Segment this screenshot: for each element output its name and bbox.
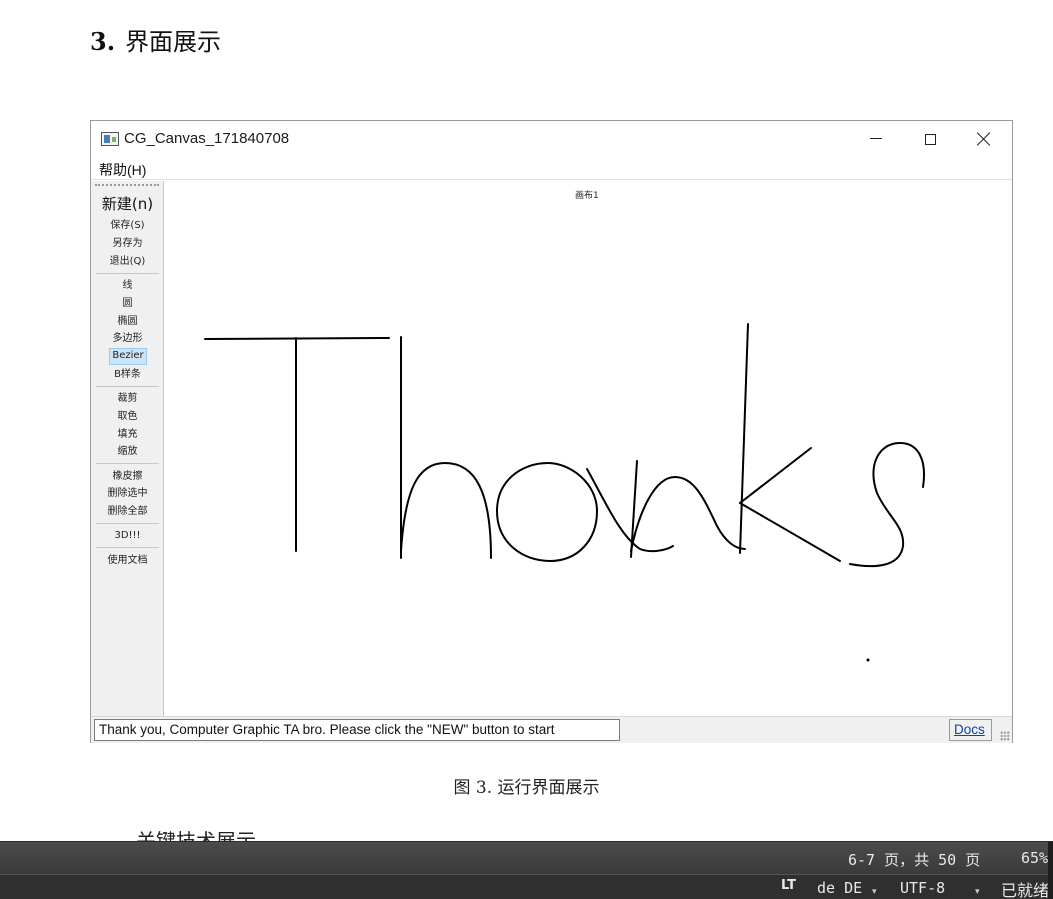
section-number: 3. (90, 27, 116, 56)
resize-grip-handle[interactable] (1000, 731, 1010, 741)
tool-panel: 新建(n) 保存(S) 另存为 退出(Q) 线 圆 椭圆 多边形 Bezier … (91, 181, 164, 716)
status-message: Thank you, Computer Graphic TA bro. Plea… (94, 719, 620, 741)
section-title: 界面展示 (125, 28, 222, 56)
chevron-down-icon: ▾ (975, 887, 980, 897)
app-window: CG_Canvas_171840708 帮助(H) 新建(n) 保存(S) 另存… (90, 120, 1013, 743)
tool-delete-all-button[interactable]: 删除全部 (91, 505, 164, 519)
toolbar-divider (96, 547, 159, 548)
stroke-k-stem (739, 323, 749, 554)
scrollbar-edge[interactable] (1048, 842, 1053, 899)
menu-bar: 帮助(H) (91, 157, 1012, 180)
minimize-button[interactable] (851, 121, 901, 157)
toolbar-divider (96, 273, 159, 274)
tool-polygon-button[interactable]: 多边形 (91, 332, 164, 346)
close-icon (977, 132, 991, 146)
app-icon (101, 132, 119, 146)
toolbar-divider (96, 386, 159, 387)
next-section-heading-partial: 关键技术展示 (136, 829, 256, 841)
toolbar-divider (96, 523, 159, 524)
ready-state: 已就绪 (1001, 881, 1050, 899)
tool-bezier-button[interactable]: Bezier (109, 348, 147, 365)
window-title: CG_Canvas_171840708 (124, 130, 290, 147)
stroke-n-arch (630, 476, 746, 552)
stroke-a-bowl (496, 462, 598, 562)
maximize-icon (924, 133, 936, 145)
stroke-s-curve (849, 442, 925, 568)
tool-exit-button[interactable]: 退出(Q) (91, 255, 164, 269)
minimize-icon (870, 137, 882, 139)
tool-eraser-button[interactable]: 橡皮擦 (91, 470, 164, 484)
docs-link[interactable]: Docs (949, 719, 992, 741)
zoom-level[interactable]: 65% (1021, 849, 1048, 867)
stray-dot (866, 658, 870, 662)
document-status-bar-top: 6-7 页，共 50 页 65% (0, 841, 1053, 874)
tool-line-button[interactable]: 线 (91, 279, 164, 293)
maximize-button[interactable] (905, 121, 955, 157)
menu-help[interactable]: 帮助(H) (99, 160, 146, 180)
section-heading: 3. 界面展示 (90, 22, 221, 57)
stroke-h-arch (400, 462, 492, 559)
title-bar[interactable]: CG_Canvas_171840708 (91, 121, 1012, 157)
close-button[interactable] (959, 121, 1009, 157)
page-info[interactable]: 6-7 页，共 50 页 (848, 849, 980, 870)
tool-manual-button[interactable]: 使用文档 (91, 554, 164, 568)
tool-bspline-button[interactable]: B样条 (91, 368, 164, 382)
tool-save-as-button[interactable]: 另存为 (91, 237, 164, 251)
document-status-bar-bottom: LT de DE ▾ UTF-8 ▾ 已就绪 (0, 874, 1053, 899)
thanks-drawing (204, 323, 925, 662)
language-selector[interactable]: de DE (817, 879, 862, 897)
tool-circle-button[interactable]: 圆 (91, 297, 164, 311)
stroke-k-leg (739, 502, 841, 562)
tool-3d-button[interactable]: 3D!!! (91, 529, 164, 543)
tool-pick-color-button[interactable]: 取色 (91, 410, 164, 424)
toolbar-divider (96, 463, 159, 464)
languagetool-icon[interactable]: LT (781, 878, 796, 893)
toolbar-grip-handle[interactable] (95, 184, 159, 186)
tool-save-button[interactable]: 保存(S) (91, 219, 164, 233)
stroke-k-arm (739, 447, 812, 504)
tool-new-button[interactable]: 新建(n) (91, 194, 164, 214)
tool-scale-button[interactable]: 缩放 (91, 445, 164, 459)
tool-fill-button[interactable]: 填充 (91, 428, 164, 442)
tool-ellipse-button[interactable]: 椭圆 (91, 315, 164, 329)
drawing-canvas[interactable]: 画布1 (165, 181, 1012, 716)
encoding-selector[interactable]: UTF-8 (900, 879, 945, 897)
status-bar: Thank you, Computer Graphic TA bro. Plea… (91, 716, 1012, 743)
figure-caption: 图 3. 运行界面展示 (453, 778, 600, 798)
chevron-down-icon: ▾ (872, 887, 877, 897)
tool-clip-button[interactable]: 裁剪 (91, 392, 164, 406)
stroke-a-tail (586, 468, 674, 553)
tool-delete-selected-button[interactable]: 删除选中 (91, 487, 164, 501)
